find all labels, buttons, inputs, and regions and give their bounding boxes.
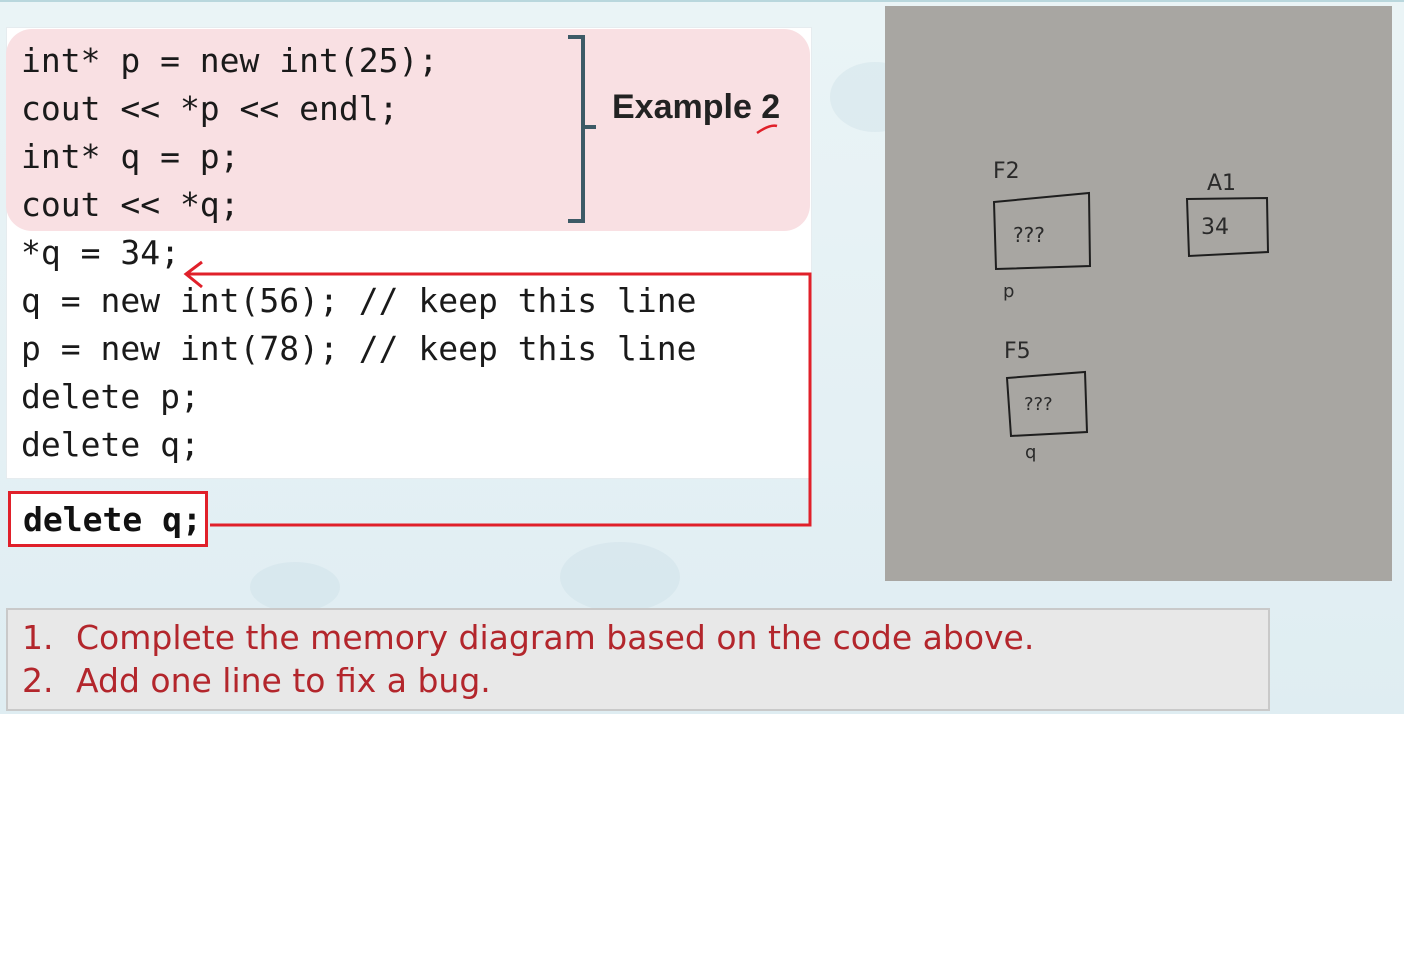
code-line: delete q;: [21, 425, 200, 464]
code-line: cout << *q;: [21, 185, 240, 224]
code-line: cout << *p << endl;: [21, 89, 399, 128]
address-label: F5: [1004, 339, 1031, 364]
task-item: 2. Add one line to fix a bug.: [22, 661, 491, 700]
memory-box-f2: F2 ??? p: [992, 159, 1092, 302]
fix-box: delete q;: [8, 491, 208, 547]
task-number: 1.: [22, 618, 54, 657]
memory-diagram: F2 ??? p A1 34 F5 ??? q: [992, 159, 1270, 463]
cell-value: 34: [1201, 215, 1229, 240]
fix-line: delete q;: [23, 500, 202, 539]
background-pattern: [560, 542, 680, 612]
address-label: A1: [1207, 171, 1236, 196]
address-label: F2: [993, 159, 1020, 184]
cell-value: ???: [1013, 223, 1045, 247]
code-line: int* p = new int(25);: [21, 41, 439, 80]
task-list: 1. Complete the memory diagram based on t…: [6, 608, 1270, 711]
code-line: q = new int(56); // keep this line: [21, 281, 697, 320]
memory-box-a1: A1 34: [1185, 171, 1270, 258]
bracket-icon: [568, 35, 596, 223]
background-pattern: [250, 562, 340, 612]
code-line: p = new int(78); // keep this line: [21, 329, 697, 368]
code-line: *q = 34;: [21, 233, 180, 272]
task-text: Complete the memory diagram based on the…: [76, 618, 1035, 657]
task-number: 2.: [22, 661, 54, 700]
pointer-label: q: [1025, 442, 1036, 463]
task-text: Add one line to fix a bug.: [76, 661, 491, 700]
code-line: delete p;: [21, 377, 200, 416]
cell-value: ???: [1024, 394, 1053, 415]
slide-canvas: int* p = new int(25); cout << *p << endl…: [0, 0, 1404, 714]
example-label: Example 2: [612, 88, 781, 126]
memory-diagram-paper: F2 ??? p A1 34 F5 ??? q: [885, 6, 1392, 581]
task-item: 1. Complete the memory diagram based on t…: [22, 618, 1034, 657]
memory-box-f5: F5 ??? q: [1004, 339, 1089, 463]
pointer-label: p: [1003, 281, 1014, 302]
code-line: int* q = p;: [21, 137, 240, 176]
